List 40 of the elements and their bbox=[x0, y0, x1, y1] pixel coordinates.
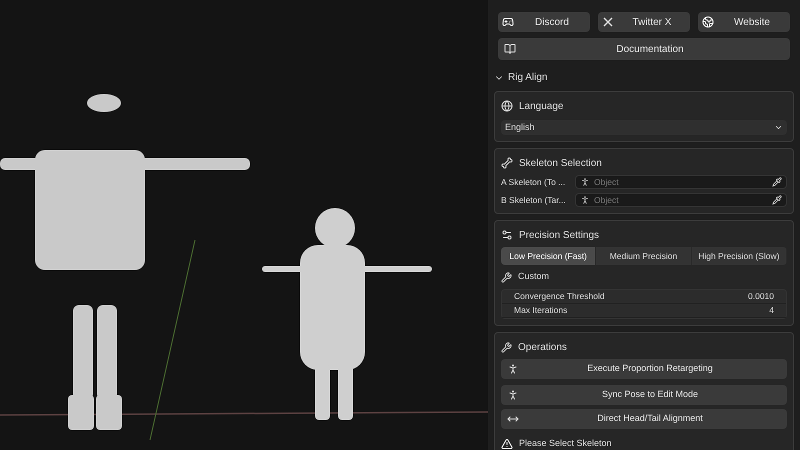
object-selector[interactable]: Object bbox=[575, 193, 787, 207]
number-field[interactable]: Max Iterations 4 bbox=[502, 304, 786, 318]
operation-button[interactable]: Direct Head/Tail Alignment bbox=[501, 409, 787, 429]
object-selector[interactable]: Object bbox=[575, 175, 787, 189]
gamepad-icon bbox=[502, 16, 514, 28]
field-label: B Skeleton (Tar... bbox=[501, 194, 567, 206]
tools-icon bbox=[501, 342, 512, 352]
subsection-title: Custom bbox=[518, 270, 550, 284]
eyedropper-icon[interactable] bbox=[772, 177, 782, 187]
book-icon bbox=[504, 43, 516, 55]
section-title: Precision Settings bbox=[519, 228, 600, 242]
globe-icon bbox=[702, 16, 714, 28]
link-button[interactable]: Twitter X bbox=[598, 12, 690, 32]
number-field[interactable]: Convergence Threshold 0.0010 bbox=[502, 290, 786, 304]
warning-text: Please Select Skeleton bbox=[519, 437, 612, 450]
panel-header[interactable]: Rig Align bbox=[494, 70, 794, 85]
armature-icon bbox=[580, 195, 590, 205]
object-input[interactable]: Object bbox=[594, 176, 768, 188]
language-dropdown[interactable]: English bbox=[501, 120, 787, 135]
precision-option[interactable]: Low Precision (Fast) bbox=[501, 247, 596, 265]
eyedropper-icon[interactable] bbox=[772, 195, 782, 205]
precision-option[interactable]: Medium Precision bbox=[596, 247, 692, 265]
operation-button[interactable]: Execute Proportion Retargeting bbox=[501, 359, 787, 379]
chevron-icon bbox=[774, 123, 783, 132]
link-button[interactable]: Website bbox=[698, 12, 790, 32]
link-button[interactable]: Discord bbox=[498, 12, 590, 32]
bone-icon bbox=[501, 157, 513, 169]
precision-option[interactable]: High Precision (Slow) bbox=[692, 247, 787, 265]
section-title: Language bbox=[519, 100, 564, 114]
section-title: Skeleton Selection bbox=[519, 156, 602, 170]
operation-button[interactable]: Sync Pose to Edit Mode bbox=[501, 385, 787, 405]
object-input[interactable]: Object bbox=[594, 194, 768, 206]
field-label: A Skeleton (To ... bbox=[501, 176, 566, 188]
x-letter-icon bbox=[602, 16, 614, 28]
documentation-button[interactable]: Documentation bbox=[498, 38, 790, 60]
tools-icon bbox=[501, 272, 512, 282]
globe-icon bbox=[501, 100, 513, 112]
section-title: Operations bbox=[518, 340, 567, 354]
armature-icon bbox=[580, 177, 590, 187]
warning-icon bbox=[501, 438, 513, 450]
